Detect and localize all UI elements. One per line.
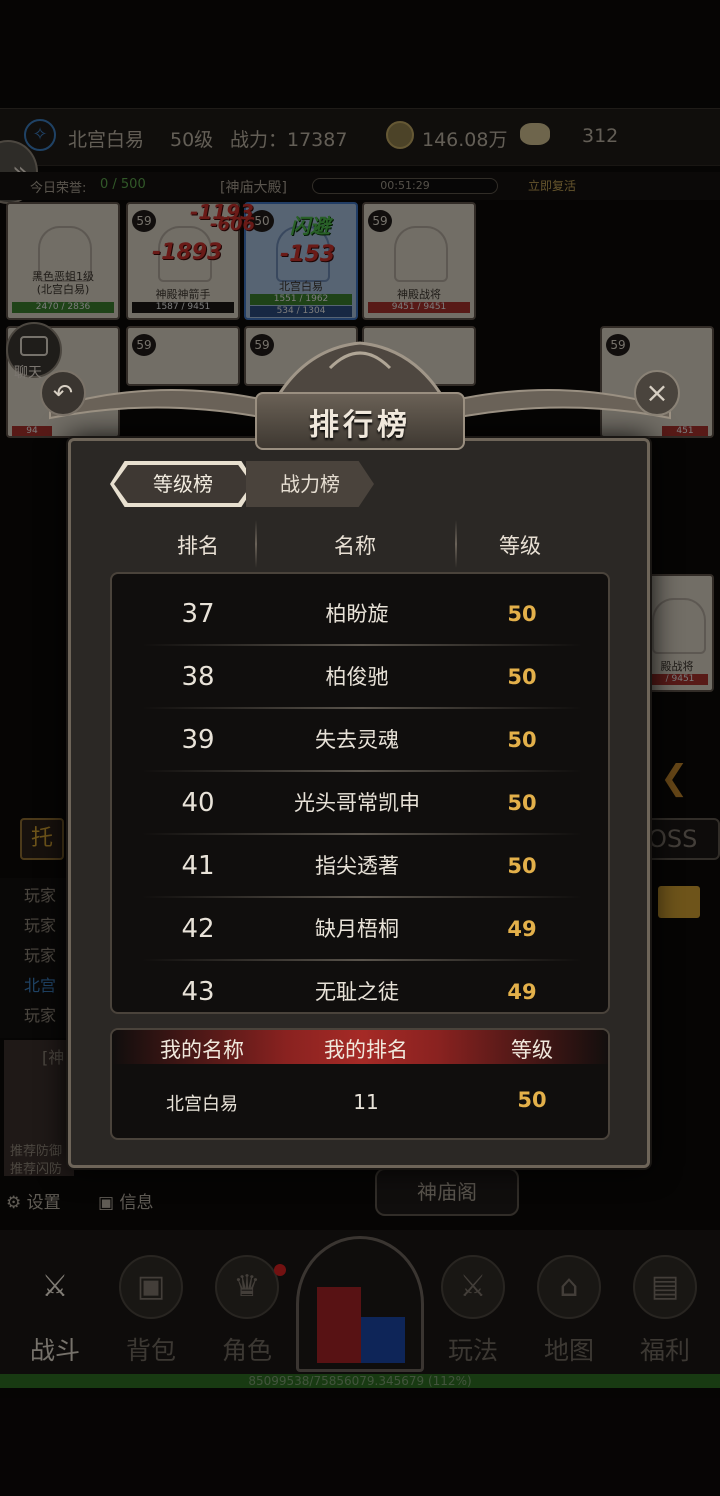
- row-rank: 43: [181, 977, 215, 1007]
- table-row[interactable]: 43 无耻之徒 49: [112, 961, 608, 1012]
- table-row[interactable]: 38 柏俊驰 50: [112, 646, 608, 709]
- ranking-list[interactable]: 37 柏盼旋 50 38 柏俊驰 50 39 失去灵魂 50 40 光头哥常凯申…: [110, 572, 610, 1014]
- table-row[interactable]: 40 光头哥常凯申 50: [112, 772, 608, 835]
- row-name: 无耻之徒: [315, 980, 399, 1004]
- my-level-value: 50: [517, 1088, 547, 1112]
- row-name: 缺月梧桐: [315, 917, 399, 941]
- column-divider: [455, 520, 457, 568]
- row-level: 50: [507, 791, 537, 815]
- close-button[interactable]: ×: [634, 370, 680, 416]
- row-level: 50: [507, 602, 537, 626]
- column-divider: [255, 520, 257, 568]
- tab-power-ranking[interactable]: 战力榜: [246, 461, 374, 507]
- row-level: 49: [507, 980, 537, 1004]
- row-name: 失去灵魂: [315, 728, 399, 752]
- row-level: 50: [507, 665, 537, 689]
- row-rank: 39: [181, 725, 215, 755]
- row-level: 50: [507, 728, 537, 752]
- row-name: 指尖透著: [315, 854, 399, 878]
- row-name: 光头哥常凯申: [294, 791, 420, 815]
- close-icon: ×: [645, 376, 669, 409]
- table-row[interactable]: 39 失去灵魂 50: [112, 709, 608, 772]
- table-row[interactable]: 42 缺月梧桐 49: [112, 898, 608, 961]
- row-rank: 37: [181, 599, 215, 629]
- ranking-title: 排行榜: [309, 408, 411, 443]
- my-ranking-panel: 我的名称 我的排名 等级 北宫白易 11 50: [110, 1028, 610, 1140]
- my-rank-header: 我的排名: [324, 1038, 408, 1062]
- column-header-name: 名称: [334, 534, 376, 558]
- table-row[interactable]: 41 指尖透著 50: [112, 835, 608, 898]
- back-button[interactable]: ↶: [40, 370, 86, 416]
- my-level-header: 等级: [511, 1038, 553, 1062]
- my-name-header: 我的名称: [160, 1038, 244, 1062]
- row-rank: 38: [181, 662, 215, 692]
- row-rank: 42: [181, 914, 215, 944]
- tab-level-ranking[interactable]: 等级榜: [114, 465, 252, 503]
- row-rank: 41: [181, 851, 215, 881]
- row-name: 柏俊驰: [325, 665, 389, 689]
- my-name-value: 北宫白易: [166, 1094, 238, 1115]
- row-rank: 40: [181, 788, 215, 818]
- column-header-level: 等级: [499, 534, 541, 558]
- back-arrow-icon: ↶: [52, 379, 74, 407]
- game-screen: ✧ 北宫白易 50级 战力：17387 146.08万 312 » 今日荣誉: …: [0, 0, 720, 1496]
- table-row[interactable]: 37 柏盼旋 50: [112, 583, 608, 646]
- row-name: 柏盼旋: [325, 602, 389, 626]
- row-level: 50: [507, 854, 537, 878]
- row-level: 49: [507, 917, 537, 941]
- my-rank-value: 11: [353, 1090, 379, 1114]
- column-header-rank: 排名: [177, 534, 219, 558]
